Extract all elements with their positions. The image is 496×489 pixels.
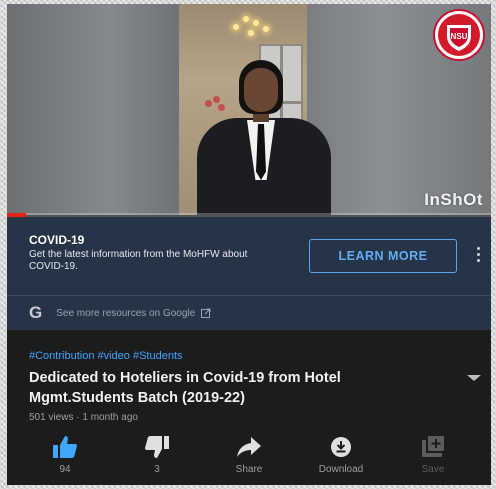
thumbs-down-icon (145, 436, 169, 458)
share-icon (237, 437, 261, 457)
save-label: Save (421, 464, 445, 475)
thumbs-up-icon (53, 436, 77, 458)
video-title: Dedicated to Hoteliers in Covid-19 from … (29, 370, 341, 406)
learn-more-button[interactable]: LEARN MORE (309, 239, 457, 273)
inshot-watermark: InShOt (424, 190, 483, 209)
video-hashtags[interactable]: #Contribution #video #Students (29, 350, 183, 362)
share-label: Share (235, 464, 263, 475)
app-screen: NSU InShOt COVID-19 Get the latest infor… (7, 4, 491, 485)
svg-text:NSU: NSU (451, 32, 468, 41)
info-panel-divider (7, 295, 491, 296)
google-icon: G (29, 303, 43, 322)
action-bar: 94 3 Share Download Save (25, 434, 485, 482)
dislike-count: 3 (154, 464, 160, 475)
info-panel-covid: COVID-19 Get the latest information from… (7, 217, 491, 330)
like-count: 94 (59, 464, 71, 475)
more-options-icon[interactable] (475, 247, 481, 265)
info-panel-description: Get the latest information from the MoHF… (29, 249, 248, 272)
download-label: Download (318, 464, 364, 475)
google-resources-link[interactable]: G See more resources on Google (29, 303, 211, 323)
google-resources-label: See more resources on Google (56, 307, 196, 319)
save-button[interactable]: Save (393, 434, 473, 482)
chandelier (229, 10, 273, 44)
share-button[interactable]: Share (209, 434, 289, 482)
nsu-logo: NSU (432, 8, 486, 62)
video-player[interactable]: NSU InShOt (7, 4, 491, 215)
external-link-icon (201, 308, 211, 318)
expand-description-icon[interactable] (467, 375, 481, 381)
download-button[interactable]: Download (301, 434, 381, 482)
info-panel-title: COVID-19 (29, 233, 85, 247)
video-meta: 501 views · 1 month ago (29, 412, 138, 423)
presenter (189, 60, 339, 215)
download-icon (331, 437, 351, 457)
playlist-add-icon (422, 436, 444, 457)
video-info: #Contribution #video #Students Dedicated… (7, 330, 491, 485)
dislike-button[interactable]: 3 (117, 434, 197, 482)
video-background-left (7, 4, 179, 215)
like-button[interactable]: 94 (25, 434, 105, 482)
